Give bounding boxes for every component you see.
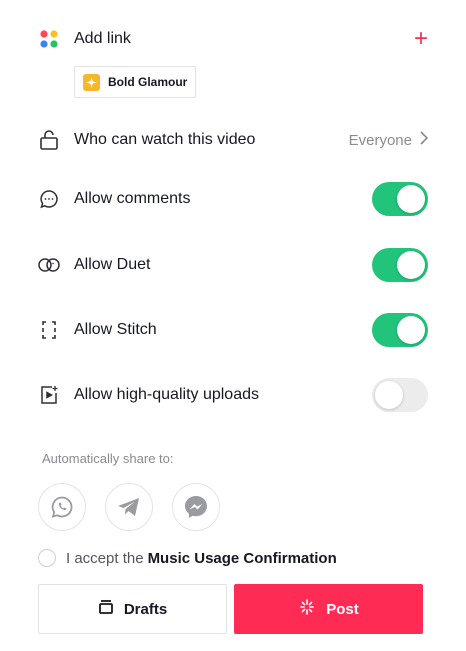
effect-chip-label: Bold Glamour [108, 75, 188, 89]
post-sparkle-icon [298, 598, 316, 620]
effect-chip[interactable]: Bold Glamour [74, 66, 197, 98]
stitch-icon [38, 319, 60, 341]
chevron-right-icon [420, 130, 429, 150]
add-link-plus-icon[interactable]: + [414, 27, 428, 51]
drafts-button[interactable]: Drafts [38, 584, 227, 634]
drafts-label: Drafts [123, 600, 168, 618]
post-button[interactable]: Post [234, 584, 423, 634]
share-targets [38, 483, 220, 531]
drafts-icon [98, 599, 114, 619]
allow-hq-uploads-row: Allow high-quality uploads [38, 378, 428, 412]
privacy-row[interactable]: Who can watch this video Everyone [38, 129, 429, 151]
allow-duet-toggle[interactable] [372, 248, 428, 282]
privacy-label: Who can watch this video [74, 131, 256, 148]
allow-duet-row: Allow Duet [38, 248, 428, 282]
apps-dots-icon [38, 28, 60, 50]
telegram-icon[interactable] [105, 483, 153, 531]
share-title: Automatically share to: [42, 451, 174, 466]
allow-comments-toggle[interactable] [372, 182, 428, 216]
music-usage-link[interactable]: Music Usage Confirmation [148, 550, 337, 567]
allow-stitch-label: Allow Stitch [74, 321, 157, 338]
allow-hq-uploads-toggle[interactable] [372, 378, 428, 412]
privacy-value: Everyone [348, 131, 412, 149]
allow-comments-label: Allow comments [74, 190, 191, 207]
allow-duet-label: Allow Duet [74, 256, 151, 273]
whatsapp-icon[interactable] [38, 483, 86, 531]
sparkle-effect-icon [83, 73, 100, 91]
allow-stitch-toggle[interactable] [372, 313, 428, 347]
duet-icon [38, 254, 60, 276]
unlock-icon [38, 129, 60, 151]
hq-upload-icon [38, 384, 60, 406]
post-label: Post [326, 600, 359, 618]
allow-comments-row: Allow comments [38, 182, 428, 216]
add-link-row[interactable]: Add link + [38, 27, 428, 51]
allow-hq-uploads-label: Allow high-quality uploads [74, 386, 259, 403]
accept-prefix: I accept the [66, 549, 144, 567]
accept-radio[interactable] [38, 549, 56, 567]
messenger-icon[interactable] [172, 483, 220, 531]
add-link-label: Add link [74, 30, 131, 47]
comment-icon [38, 188, 60, 210]
allow-stitch-row: Allow Stitch [38, 313, 428, 347]
music-usage-accept-row[interactable]: I accept the Music Usage Confirmation [38, 549, 337, 567]
